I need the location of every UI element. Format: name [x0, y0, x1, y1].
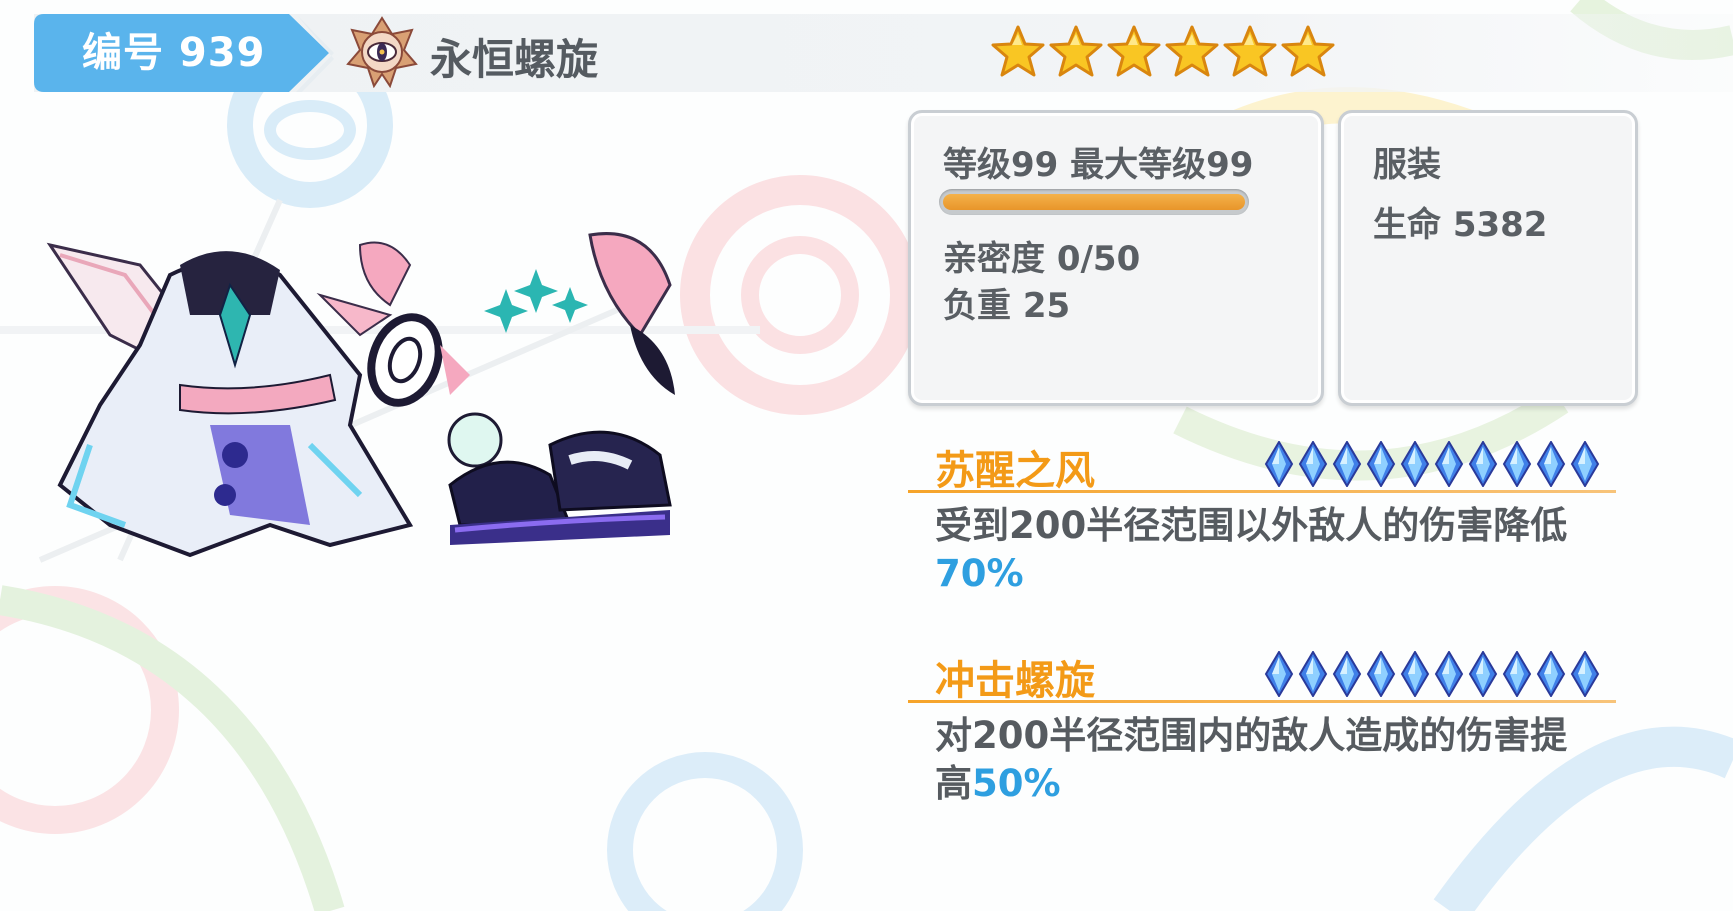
rarity-stars	[990, 24, 1336, 84]
skill-2-name: 冲击螺旋	[935, 658, 1095, 704]
item-id-label: 编号 939	[82, 30, 266, 76]
outfit-illustration	[46, 232, 675, 558]
crystal-gem-icon	[1434, 651, 1464, 697]
crystal-gem-icon	[1264, 651, 1294, 697]
skill-1-desc-value: 70%	[935, 552, 1024, 595]
crystal-gem-icon	[1400, 441, 1430, 487]
category-text: 服装	[1373, 145, 1441, 185]
skill-1-divider	[908, 490, 1616, 493]
crystal-gem-icon	[1468, 651, 1498, 697]
crystal-gem-icon	[1298, 651, 1328, 697]
crystal-gem-icon	[1570, 441, 1600, 487]
skill-1-level-gems	[1264, 441, 1600, 487]
skill-2-divider	[908, 700, 1616, 703]
level-text: 等级99 最大等级99	[943, 145, 1254, 185]
star-icon	[1049, 25, 1103, 77]
skill-2-level-gems	[1264, 651, 1600, 697]
eye-emblem-icon	[346, 16, 418, 88]
crystal-gem-icon	[1400, 651, 1430, 697]
crystal-gem-icon	[1536, 441, 1566, 487]
star-icon	[1165, 25, 1219, 77]
crystal-gem-icon	[1264, 441, 1294, 487]
crystal-gem-icon	[1468, 441, 1498, 487]
attribute-panel: 服装 生命 5382	[1338, 110, 1638, 406]
crystal-gem-icon	[1570, 651, 1600, 697]
crystal-gem-icon	[1332, 441, 1362, 487]
hp-text: 生命 5382	[1373, 205, 1548, 245]
level-progress-fill	[943, 194, 1245, 210]
crystal-gem-icon	[1434, 441, 1464, 487]
item-name: 永恒螺旋	[430, 35, 599, 84]
crystal-gem-icon	[1536, 651, 1566, 697]
skill-2-desc-value: 50%	[972, 762, 1061, 805]
level-progress-bar	[939, 189, 1249, 215]
crystal-gem-icon	[1332, 651, 1362, 697]
crystal-gem-icon	[1502, 441, 1532, 487]
star-icon	[1223, 25, 1277, 77]
weight-text: 负重 25	[943, 286, 1071, 326]
intimacy-text: 亲密度 0/50	[943, 239, 1141, 279]
crystal-gem-icon	[1366, 651, 1396, 697]
skill-1-name: 苏醒之风	[935, 448, 1095, 494]
star-icon	[1107, 25, 1161, 77]
skill-1-description: 受到200半径范围以外敌人的伤害降低 70%	[935, 502, 1575, 598]
crystal-gem-icon	[1366, 441, 1396, 487]
level-stats-panel: 等级99 最大等级99 亲密度 0/50 负重 25	[908, 110, 1324, 406]
crystal-gem-icon	[1298, 441, 1328, 487]
star-icon	[991, 25, 1045, 77]
crystal-gem-icon	[1502, 651, 1532, 697]
star-icon	[1281, 25, 1335, 77]
skill-2-description: 对200半径范围内的敌人造成的伤害提高50%	[935, 712, 1575, 808]
skill-1-desc-text: 受到200半径范围以外敌人的伤害降低	[935, 504, 1568, 547]
